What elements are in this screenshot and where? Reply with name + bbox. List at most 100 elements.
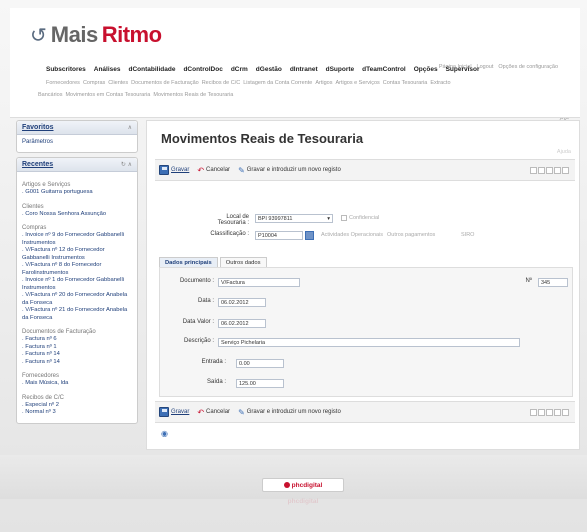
logo[interactable]: ↺ Mais Ritmo: [30, 22, 162, 48]
favorito-parametros[interactable]: Parâmetros: [22, 138, 132, 146]
recent-group-artigos: Artigos e Serviços . G001 Guitarra portu…: [22, 181, 132, 197]
recent-item[interactable]: . Factura nº 14: [22, 359, 132, 367]
nav-analises[interactable]: Análises: [94, 66, 121, 73]
recent-group-title: Fornecedores: [22, 373, 60, 379]
globe-icon[interactable]: ◉: [161, 429, 168, 438]
saida-field[interactable]: 125.00: [236, 379, 284, 388]
search-record-button[interactable]: [562, 408, 569, 416]
nav-dteamcontrol[interactable]: dTeamControl: [362, 66, 406, 73]
classificacao-opt-2: Outros pagamentos: [387, 232, 436, 238]
nav-opcoes[interactable]: Opções: [414, 66, 438, 73]
lookup-icon[interactable]: [305, 231, 314, 240]
cancel-button-bottom[interactable]: ↶ Cancelar: [197, 408, 230, 417]
link-config[interactable]: Opções de configuração: [498, 64, 558, 70]
save-new-button-bottom[interactable]: ✎ Gravar e introduzir um novo registo: [238, 408, 341, 417]
first-record-button[interactable]: [530, 166, 537, 174]
recent-item[interactable]: . G001 Guitarra portuguesa: [22, 189, 132, 197]
brand-text: phcdigital: [291, 481, 323, 489]
recent-item[interactable]: . Invoice nº 9 do Fornecedor Gabbanelli …: [22, 232, 132, 247]
recent-item[interactable]: . Mais Música, lda: [22, 380, 132, 388]
brand-badge[interactable]: phcdigital: [262, 478, 344, 492]
confidencial-checkbox[interactable]: [341, 215, 347, 221]
recent-item[interactable]: . V/Factura nº 21 do Fornecedor Anabela …: [22, 307, 132, 322]
subnav-contas-tesouraria[interactable]: Contas Tesouraria: [383, 80, 428, 86]
top-toolbar: Gravar ↶ Cancelar ✎ Gravar e introduzir …: [155, 159, 575, 181]
recent-item[interactable]: . Normal nº 3: [22, 409, 132, 417]
last-record-button[interactable]: [554, 408, 561, 416]
subnav-fornecedores[interactable]: Fornecedores: [46, 80, 80, 86]
recent-group-recibos: Recibos de C/C . Especial nº 2 . Normal …: [22, 394, 132, 417]
cancel-label: Cancelar: [206, 409, 231, 415]
subnav-movimentos-contas[interactable]: Movimentos em Contas Tesouraria: [65, 92, 150, 98]
classificacao-field[interactable]: P10004: [255, 231, 303, 240]
data-field[interactable]: 06.02.2012: [218, 298, 266, 307]
subnav-artigos[interactable]: Artigos: [315, 80, 332, 86]
documento-field[interactable]: V/Factura: [218, 278, 300, 287]
nav-subscritores[interactable]: Subscritores: [46, 66, 86, 73]
nav-dintranet[interactable]: dIntranet: [290, 66, 318, 73]
nav-dgestao[interactable]: dGestão: [256, 66, 282, 73]
save-new-label: Gravar e introduzir um novo registo: [246, 167, 341, 173]
local-tesouraria-select[interactable]: BPI 93997811 ▾: [255, 214, 333, 223]
nav-dcontabilidade[interactable]: dContabilidade: [129, 66, 176, 73]
subnav-bancarios[interactable]: Bancários: [38, 92, 62, 98]
numero-label: Nº: [525, 278, 532, 284]
confidencial-label: Confidencial: [349, 215, 380, 221]
recent-item[interactable]: . V/Factura nº 20 do Fornecedor Anabela …: [22, 292, 132, 307]
help-link[interactable]: Ajuda: [557, 149, 571, 155]
save-new-button[interactable]: ✎ Gravar e introduzir um novo registo: [238, 166, 341, 175]
next-record-button[interactable]: [546, 166, 553, 174]
refresh-collapse-icons[interactable]: ↻ ∧: [121, 161, 132, 168]
subnav-documentos[interactable]: Documentos de Facturação: [131, 80, 199, 86]
search-record-button[interactable]: [562, 166, 569, 174]
nav-dcontroldoc[interactable]: dControlDoc: [183, 66, 222, 73]
data-valor-field[interactable]: 06.02.2012: [218, 319, 266, 328]
prev-record-button[interactable]: [538, 408, 545, 416]
descricao-field[interactable]: Serviço Pichelaria: [218, 338, 520, 347]
nav-dsuporte[interactable]: dSuporte: [326, 66, 355, 73]
classificacao-opt-1: Actividades Operacionais: [321, 232, 384, 238]
form-area: Documento : V/Factura Nº 345 Data : 06.0…: [159, 267, 573, 397]
recent-item[interactable]: . Factura nº 6: [22, 336, 132, 344]
subnav-compras[interactable]: Compras: [83, 80, 105, 86]
undo-icon: ↶: [197, 165, 205, 175]
prev-record-button[interactable]: [538, 166, 545, 174]
subnav-extracto[interactable]: Extracto: [430, 80, 450, 86]
header: ↺ Mais Ritmo Página Inicial Logout Opções…: [10, 8, 580, 118]
subnav-recibos[interactable]: Recibos de C/C: [202, 80, 241, 86]
numero-field[interactable]: 345: [538, 278, 568, 287]
first-record-button[interactable]: [530, 408, 537, 416]
new-record-icon: ✎: [238, 165, 245, 175]
nav-dcrm[interactable]: dCrm: [231, 66, 248, 73]
save-label: Gravar: [171, 409, 190, 415]
disk-icon: [159, 165, 169, 175]
documento-label: Documento :: [179, 278, 214, 284]
recent-item[interactable]: . Especial nº 2: [22, 402, 132, 410]
subnav-artigos-servicos[interactable]: Artigos e Serviços: [335, 80, 379, 86]
subnav-listagem[interactable]: Listagem da Conta Corrente: [243, 80, 312, 86]
subnav-movimentos-reais[interactable]: Movimentos Reais de Tesouraria: [153, 92, 233, 98]
subnav-clientes[interactable]: Clientes: [108, 80, 128, 86]
recent-item[interactable]: . Factura nº 14: [22, 351, 132, 359]
recent-item[interactable]: . V/Factura nº 8 do Fornecedor Farolinst…: [22, 262, 132, 277]
nav-supervisor[interactable]: Supervisor: [446, 66, 480, 73]
recent-item[interactable]: . Factura nº 1: [22, 344, 132, 352]
footer: [0, 455, 587, 499]
last-record-button[interactable]: [554, 166, 561, 174]
save-button-bottom[interactable]: Gravar: [159, 407, 189, 417]
recent-item[interactable]: . Coro Nossa Senhora Assunção: [22, 211, 132, 219]
collapse-icon[interactable]: ∧: [128, 124, 132, 131]
save-button[interactable]: Gravar: [159, 165, 189, 175]
recent-item[interactable]: . Invoice nº 1 do Fornecedor Gabbanelli …: [22, 277, 132, 292]
classificacao-opt-3: SIRO: [461, 232, 475, 238]
recentes-title[interactable]: Recentes: [22, 161, 53, 168]
bottom-toolbar: Gravar ↶ Cancelar ✎ Gravar e introduzir …: [155, 401, 575, 423]
logo-icon: ↺: [30, 23, 47, 47]
favoritos-title[interactable]: Favoritos: [22, 124, 54, 131]
cancel-button[interactable]: ↶ Cancelar: [197, 166, 230, 175]
logo-text-mais: Mais: [50, 22, 98, 47]
main-nav: Subscritores Análises dContabilidade dCo…: [46, 66, 480, 73]
entrada-field[interactable]: 0.00: [236, 359, 284, 368]
recent-item[interactable]: . V/Factura nº 12 do Fornecedor Gabbanel…: [22, 247, 132, 262]
next-record-button[interactable]: [546, 408, 553, 416]
